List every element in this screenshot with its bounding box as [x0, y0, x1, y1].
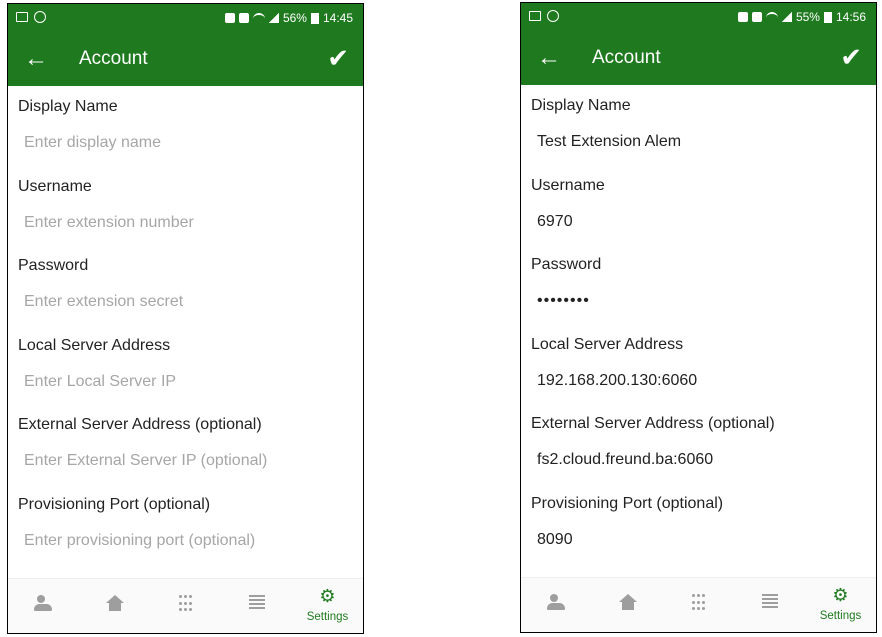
call-log-icon	[248, 595, 265, 609]
bottom-navigation: ⚙ Settings	[521, 577, 876, 632]
username-label: Username	[531, 176, 605, 194]
mute-icon	[751, 12, 762, 22]
settings-gear-icon: ⚙	[832, 585, 849, 605]
status-bar: 56% 14:45	[8, 4, 363, 34]
username-field-group: Username	[8, 166, 363, 246]
nav-call-log[interactable]	[734, 578, 805, 632]
display-name-field-group: Display Name	[8, 86, 363, 166]
phone-screen-empty: 56% 14:45 ← Account ✔ Display Name Usern…	[7, 3, 364, 634]
settings-gear-icon: ⚙	[319, 586, 336, 606]
display-name-field-group: Display Name	[521, 85, 876, 165]
external-server-input[interactable]	[531, 447, 866, 473]
alarm-icon	[224, 13, 235, 23]
external-server-input[interactable]	[18, 448, 353, 474]
username-label: Username	[18, 177, 92, 195]
password-field-group: Password	[521, 244, 876, 324]
display-name-input[interactable]	[18, 130, 353, 156]
display-name-label: Display Name	[531, 97, 631, 114]
contacts-icon	[546, 594, 567, 610]
clock: 14:45	[322, 11, 353, 25]
status-bar: 55% 14:56	[521, 3, 876, 33]
nav-settings[interactable]: ⚙ Settings	[805, 578, 876, 632]
password-label: Password	[18, 257, 89, 274]
notification-badge-icon	[547, 10, 559, 22]
gallery-notification-icon	[16, 12, 28, 22]
display-name-input[interactable]	[531, 129, 866, 155]
local-server-label: Local Server Address	[18, 336, 171, 354]
app-toolbar: ← Account ✔	[521, 33, 876, 85]
local-server-field-group: Local Server Address	[8, 325, 363, 405]
username-field-group: Username	[521, 165, 876, 245]
provisioning-port-input[interactable]	[18, 527, 353, 554]
battery-percent: 56%	[282, 11, 307, 25]
wifi-icon	[252, 13, 265, 23]
page-title: Account	[592, 47, 661, 68]
nav-settings-label: Settings	[306, 611, 349, 623]
username-input[interactable]	[18, 209, 353, 236]
local-server-input[interactable]	[531, 367, 866, 394]
nav-home[interactable]	[592, 578, 663, 632]
app-toolbar: ← Account ✔	[8, 34, 363, 86]
external-server-label: External Server Address (optional)	[531, 415, 775, 432]
dialpad-icon	[691, 594, 706, 612]
battery-percent: 55%	[795, 10, 820, 24]
check-icon[interactable]: ✔	[840, 43, 862, 71]
username-input[interactable]	[531, 208, 866, 235]
provisioning-port-label: Provisioning Port (optional)	[18, 495, 211, 513]
mute-icon	[238, 13, 249, 23]
alarm-icon	[737, 12, 748, 22]
bottom-navigation: ⚙ Settings	[8, 578, 363, 633]
home-icon	[105, 595, 124, 611]
home-icon	[618, 594, 637, 610]
nav-call-log[interactable]	[221, 579, 292, 633]
signal-icon	[268, 13, 279, 23]
display-name-label: Display Name	[18, 98, 118, 115]
dialpad-icon	[178, 595, 193, 613]
local-server-label: Local Server Address	[531, 335, 684, 353]
provisioning-port-field-group: Provisioning Port (optional)	[521, 483, 876, 563]
clock: 14:56	[835, 10, 866, 24]
provisioning-port-label: Provisioning Port (optional)	[531, 494, 724, 512]
account-form: Display Name Username Password Local Ser…	[521, 85, 876, 562]
battery-icon	[823, 11, 832, 23]
password-input[interactable]	[531, 288, 866, 314]
signal-icon	[781, 12, 792, 22]
notification-badge-icon	[34, 11, 46, 23]
external-server-field-group: External Server Address (optional)	[8, 404, 363, 484]
back-arrow-icon[interactable]: ←	[537, 45, 561, 71]
external-server-field-group: External Server Address (optional)	[521, 403, 876, 483]
password-field-group: Password	[8, 245, 363, 325]
provisioning-port-input[interactable]	[531, 526, 866, 553]
password-label: Password	[531, 256, 602, 273]
password-input[interactable]	[18, 289, 353, 315]
local-server-field-group: Local Server Address	[521, 324, 876, 404]
wifi-icon	[765, 12, 778, 22]
gallery-notification-icon	[529, 11, 541, 21]
contacts-icon	[33, 595, 54, 611]
account-form: Display Name Username Password Local Ser…	[8, 86, 363, 563]
nav-dialpad[interactable]	[150, 579, 221, 633]
nav-contacts[interactable]	[8, 579, 79, 633]
nav-settings-label: Settings	[819, 610, 862, 622]
back-arrow-icon[interactable]: ←	[24, 46, 48, 72]
page-title: Account	[79, 48, 148, 69]
local-server-input[interactable]	[18, 368, 353, 395]
check-icon[interactable]: ✔	[327, 44, 349, 72]
nav-settings[interactable]: ⚙ Settings	[292, 579, 363, 633]
external-server-label: External Server Address (optional)	[18, 416, 262, 433]
provisioning-port-field-group: Provisioning Port (optional)	[8, 484, 363, 564]
battery-icon	[310, 12, 319, 24]
call-log-icon	[761, 594, 778, 608]
phone-screen-filled: 55% 14:56 ← Account ✔ Display Name Usern…	[520, 2, 877, 633]
nav-home[interactable]	[79, 579, 150, 633]
nav-contacts[interactable]	[521, 578, 592, 632]
nav-dialpad[interactable]	[663, 578, 734, 632]
